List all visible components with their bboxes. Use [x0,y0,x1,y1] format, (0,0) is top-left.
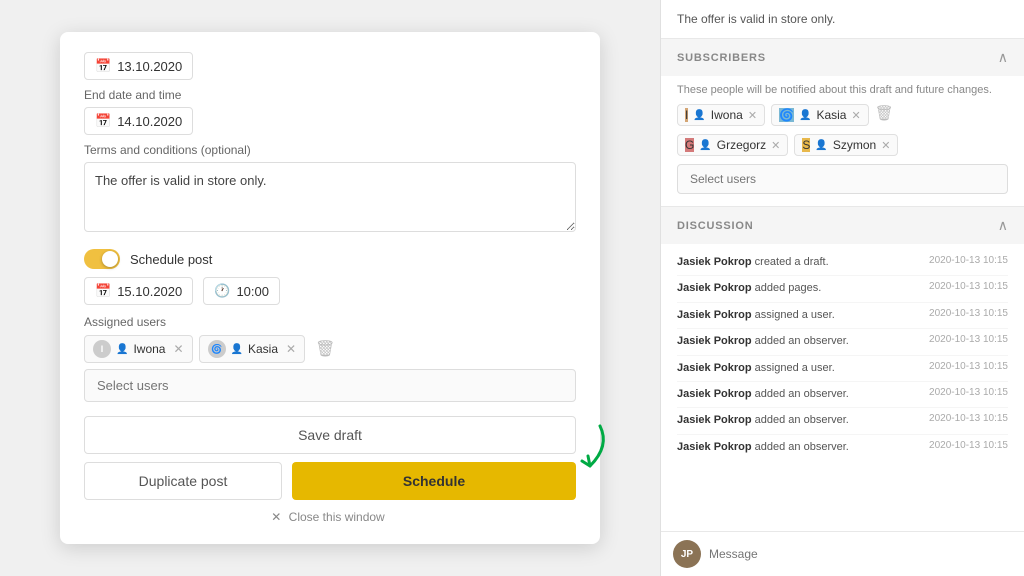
subscribers-title: SUBSCRIBERS [677,52,766,64]
remove-sub-iwona-button[interactable]: ✕ [748,109,757,122]
modal-backdrop: 📅 13.10.2020 End date and time 📅 14.10.2… [0,0,660,576]
schedule-datetime-row: 📅 15.10.2020 🕐 10:00 [84,277,576,305]
select-users-right-input[interactable] [677,164,1008,194]
assigned-users-row: I 👤 Iwona ✕ 🌀 👤 Kasia ✕ 🗑 [84,335,576,363]
discussion-item: Jasiek Pokrop added pages. 2020-10-13 10… [677,276,1008,302]
schedule-date-value: 15.10.2020 [117,284,182,299]
subscribers-body: These people will be notified about this… [661,76,1024,207]
select-users-input[interactable] [84,369,576,402]
calendar-icon-schedule: 📅 [95,283,111,299]
user-name-iwona: Iwona [133,342,165,356]
sub-name-kasia: Kasia [816,108,846,122]
calendar-icon-end: 📅 [95,113,111,129]
schedule-time-value: 10:00 [236,284,269,299]
discussion-section: DISCUSSION ∧ Jasiek Pokrop created a dra… [661,207,1024,576]
terms-label: Terms and conditions (optional) [84,143,576,157]
remove-sub-grzegorz-button[interactable]: ✕ [771,139,780,152]
modal-dialog: 📅 13.10.2020 End date and time 📅 14.10.2… [60,32,600,544]
end-date-row: 📅 14.10.2020 [84,107,576,135]
sub-name-grzegorz: Grzegorz [717,138,766,152]
subscribers-section-header: SUBSCRIBERS ∧ [661,39,1024,76]
start-date-field[interactable]: 📅 13.10.2020 [84,52,193,80]
schedule-date-field[interactable]: 📅 15.10.2020 [84,277,193,305]
avatar-iwona: I [93,340,111,358]
delete-assigned-button[interactable]: 🗑 [315,339,335,359]
subscriber-tags-row: I 👤 Iwona ✕ 🌀 👤 Kasia ✕ 🗑 [677,104,1008,126]
discussion-item: Jasiek Pokrop added an observer. 2020-10… [677,435,1008,460]
user-tag-iwona: I 👤 Iwona ✕ [84,335,193,363]
avatar-kasia: 🌀 [208,340,226,358]
discussion-item: Jasiek Pokrop assigned a user. 2020-10-1… [677,356,1008,382]
schedule-label: Schedule post [130,252,212,267]
schedule-time-field[interactable]: 🕐 10:00 [203,277,280,305]
subscriber-tags-row-2: G 👤 Grzegorz ✕ S 👤 Szymon ✕ [677,134,1008,156]
sub-icon-iwona: 👤 [693,110,705,121]
subscribers-description: These people will be notified about this… [677,84,1008,96]
terms-textarea[interactable]: The offer is valid in store only. [84,162,576,232]
user-icon-kasia: 👤 [231,344,243,355]
discussion-item: Jasiek Pokrop assigned a user. 2020-10-1… [677,303,1008,329]
subscriber-tag-grzegorz: G 👤 Grzegorz ✕ [677,134,788,156]
sub-avatar-kasia: 🌀 [779,108,794,122]
clock-icon: 🕐 [214,283,230,299]
remove-iwona-button[interactable]: ✕ [173,342,183,356]
duplicate-post-button[interactable]: Duplicate post [84,462,282,500]
discussion-collapse-button[interactable]: ∧ [998,217,1008,234]
current-user-avatar: JP [673,540,701,568]
sub-icon-grzegorz: 👤 [699,140,711,151]
schedule-toggle[interactable] [84,249,120,269]
assigned-label: Assigned users [84,315,576,329]
message-input[interactable] [709,547,1012,561]
message-input-row: JP [661,531,1024,576]
user-icon-iwona: 👤 [116,344,128,355]
discussion-item: Jasiek Pokrop added an observer. 2020-10… [677,382,1008,408]
discussion-title: DISCUSSION [677,220,753,232]
trash-subscribers-button[interactable]: 🗑 [875,104,894,126]
store-notice: The offer is valid in store only. [661,0,1024,39]
action-buttons-row: Duplicate post Schedule [84,462,576,500]
sub-avatar-szymon: S [802,138,810,152]
subscriber-tag-szymon: S 👤 Szymon ✕ [794,134,898,156]
remove-sub-kasia-button[interactable]: ✕ [851,109,860,122]
sub-icon-kasia: 👤 [799,110,811,121]
subscriber-tag-iwona: I 👤 Iwona ✕ [677,104,765,126]
end-date-label: End date and time [84,88,576,102]
discussion-body: Jasiek Pokrop created a draft. 2020-10-1… [661,244,1024,531]
discussion-item: Jasiek Pokrop created a draft. 2020-10-1… [677,250,1008,276]
discussion-item: Jasiek Pokrop added an observer. 2020-10… [677,408,1008,434]
sub-avatar-iwona: I [685,108,688,122]
subscriber-tag-kasia: 🌀 👤 Kasia ✕ [771,104,869,126]
discussion-item: Jasiek Pokrop added an observer. 2020-10… [677,329,1008,355]
close-icon: ✕ [271,510,281,524]
close-window-link[interactable]: ✕ Close this window [84,510,576,524]
discussion-header: DISCUSSION ∧ [661,207,1024,244]
close-label: Close this window [289,510,385,524]
remove-kasia-button[interactable]: ✕ [286,342,296,356]
remove-sub-szymon-button[interactable]: ✕ [881,139,890,152]
sub-icon-szymon: 👤 [815,140,827,151]
sub-name-szymon: Szymon [833,138,876,152]
end-date-field[interactable]: 📅 14.10.2020 [84,107,193,135]
sub-avatar-grzegorz: G [685,138,694,152]
schedule-toggle-row: Schedule post [84,249,576,269]
user-name-kasia: Kasia [248,342,278,356]
start-date-row: 📅 13.10.2020 [84,52,576,80]
right-panel: The offer is valid in store only. SUBSCR… [660,0,1024,576]
schedule-button[interactable]: Schedule [292,462,576,500]
start-date-value: 13.10.2020 [117,59,182,74]
user-tag-kasia: 🌀 👤 Kasia ✕ [199,335,306,363]
save-draft-button[interactable]: Save draft [84,416,576,454]
subscribers-collapse-button[interactable]: ∧ [998,49,1008,66]
calendar-icon: 📅 [95,58,111,74]
sub-name-iwona: Iwona [711,108,743,122]
end-date-value: 14.10.2020 [117,114,182,129]
